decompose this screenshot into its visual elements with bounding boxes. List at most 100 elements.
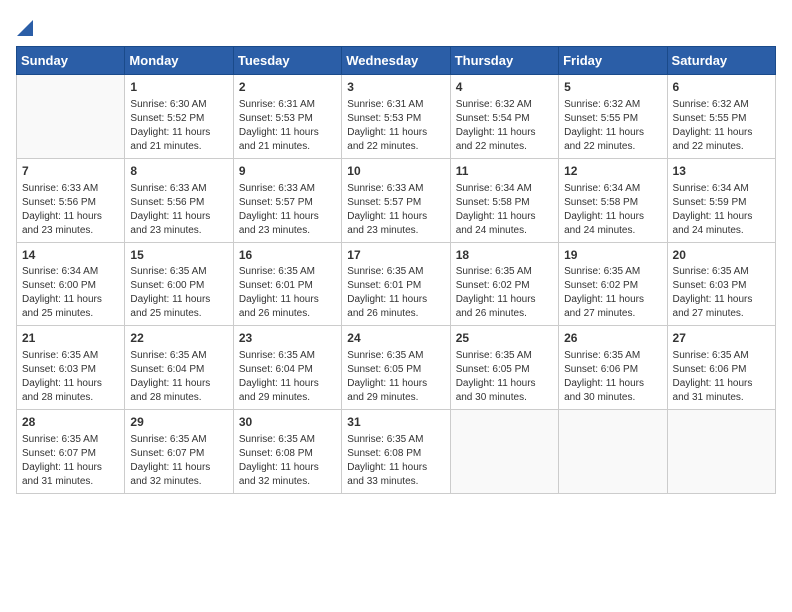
weekday-header-monday: Monday <box>125 47 233 75</box>
day-info: Sunrise: 6:35 AMSunset: 6:05 PMDaylight:… <box>456 349 553 405</box>
day-info: Sunrise: 6:31 AMSunset: 5:53 PMDaylight:… <box>239 98 336 154</box>
calendar-cell: 26 Sunrise: 6:35 AMSunset: 6:06 PMDayligh… <box>559 326 667 410</box>
weekday-header-saturday: Saturday <box>667 47 775 75</box>
day-number: 9 <box>239 163 336 180</box>
calendar-cell: 17Sunrise: 6:35 AMSunset: 6:01 PMDayligh… <box>342 242 450 326</box>
day-info: Sunrise: 6:35 AMSunset: 6:04 PMDaylight:… <box>130 349 227 405</box>
calendar-cell <box>450 410 558 494</box>
calendar-cell: 13 Sunrise: 6:34 AMSunset: 5:59 PMDayligh… <box>667 158 775 242</box>
day-number: 26 <box>564 330 661 347</box>
calendar-cell: 9 Sunrise: 6:33 AMSunset: 5:57 PMDaylight… <box>233 158 341 242</box>
calendar-cell: 21 Sunrise: 6:35 AMSunset: 6:03 PMDayligh… <box>17 326 125 410</box>
calendar-header: SundayMondayTuesdayWednesdayThursdayFrid… <box>17 47 776 75</box>
day-info: Sunrise: 6:34 AMSunset: 6:00 PMDaylight:… <box>22 265 119 321</box>
calendar-cell: 28Sunrise: 6:35 AMSunset: 6:07 PMDayligh… <box>17 410 125 494</box>
weekday-header-row: SundayMondayTuesdayWednesdayThursdayFrid… <box>17 47 776 75</box>
weekday-header-tuesday: Tuesday <box>233 47 341 75</box>
calendar-cell: 29 Sunrise: 6:35 AMSunset: 6:07 PMDayligh… <box>125 410 233 494</box>
day-info: Sunrise: 6:35 AMSunset: 6:07 PMDaylight:… <box>130 433 227 489</box>
day-number: 10 <box>347 163 444 180</box>
calendar-cell: 5 Sunrise: 6:32 AMSunset: 5:55 PMDaylight… <box>559 75 667 159</box>
day-info: Sunrise: 6:35 AMSunset: 6:06 PMDaylight:… <box>673 349 770 405</box>
day-info: Sunrise: 6:35 AMSunset: 6:05 PMDaylight:… <box>347 349 444 405</box>
day-number: 13 <box>673 163 770 180</box>
day-number: 20 <box>673 247 770 264</box>
day-info: Sunrise: 6:35 AMSunset: 6:03 PMDaylight:… <box>22 349 119 405</box>
day-info: Sunrise: 6:33 AMSunset: 5:56 PMDaylight:… <box>22 182 119 238</box>
calendar-body: 1Sunrise: 6:30 AMSunset: 5:52 PMDaylight… <box>17 75 776 494</box>
day-info: Sunrise: 6:35 AMSunset: 6:07 PMDaylight:… <box>22 433 119 489</box>
calendar-cell <box>17 75 125 159</box>
day-info: Sunrise: 6:30 AMSunset: 5:52 PMDaylight:… <box>130 98 227 154</box>
calendar-cell: 27Sunrise: 6:35 AMSunset: 6:06 PMDayligh… <box>667 326 775 410</box>
calendar-cell: 10 Sunrise: 6:33 AMSunset: 5:57 PMDayligh… <box>342 158 450 242</box>
day-number: 12 <box>564 163 661 180</box>
day-info: Sunrise: 6:34 AMSunset: 5:58 PMDaylight:… <box>456 182 553 238</box>
day-number: 4 <box>456 79 553 96</box>
calendar-cell: 6Sunrise: 6:32 AMSunset: 5:55 PMDaylight… <box>667 75 775 159</box>
day-info: Sunrise: 6:34 AMSunset: 5:59 PMDaylight:… <box>673 182 770 238</box>
calendar-cell: 3Sunrise: 6:31 AMSunset: 5:53 PMDaylight… <box>342 75 450 159</box>
weekday-header-sunday: Sunday <box>17 47 125 75</box>
weekday-header-friday: Friday <box>559 47 667 75</box>
calendar-cell: 16Sunrise: 6:35 AMSunset: 6:01 PMDayligh… <box>233 242 341 326</box>
day-number: 18 <box>456 247 553 264</box>
calendar-cell: 20Sunrise: 6:35 AMSunset: 6:03 PMDayligh… <box>667 242 775 326</box>
calendar-cell <box>559 410 667 494</box>
week-row-1: 1Sunrise: 6:30 AMSunset: 5:52 PMDaylight… <box>17 75 776 159</box>
day-number: 30 <box>239 414 336 431</box>
week-row-5: 28Sunrise: 6:35 AMSunset: 6:07 PMDayligh… <box>17 410 776 494</box>
day-info: Sunrise: 6:33 AMSunset: 5:57 PMDaylight:… <box>347 182 444 238</box>
day-number: 15 <box>130 247 227 264</box>
week-row-3: 14Sunrise: 6:34 AMSunset: 6:00 PMDayligh… <box>17 242 776 326</box>
logo[interactable] <box>16 16 34 34</box>
day-info: Sunrise: 6:35 AMSunset: 6:03 PMDaylight:… <box>673 265 770 321</box>
day-number: 31 <box>347 414 444 431</box>
calendar-cell: 22 Sunrise: 6:35 AMSunset: 6:04 PMDayligh… <box>125 326 233 410</box>
day-info: Sunrise: 6:35 AMSunset: 6:08 PMDaylight:… <box>347 433 444 489</box>
day-number: 25 <box>456 330 553 347</box>
day-number: 8 <box>130 163 227 180</box>
day-number: 19 <box>564 247 661 264</box>
day-number: 6 <box>673 79 770 96</box>
week-row-2: 7 Sunrise: 6:33 AMSunset: 5:56 PMDaylight… <box>17 158 776 242</box>
day-number: 22 <box>130 330 227 347</box>
day-info: Sunrise: 6:33 AMSunset: 5:57 PMDaylight:… <box>239 182 336 238</box>
day-number: 2 <box>239 79 336 96</box>
day-number: 21 <box>22 330 119 347</box>
logo-triangle-icon <box>17 16 33 36</box>
calendar-cell: 25 Sunrise: 6:35 AMSunset: 6:05 PMDayligh… <box>450 326 558 410</box>
calendar-cell: 18Sunrise: 6:35 AMSunset: 6:02 PMDayligh… <box>450 242 558 326</box>
day-info: Sunrise: 6:35 AMSunset: 6:01 PMDaylight:… <box>347 265 444 321</box>
day-number: 29 <box>130 414 227 431</box>
day-number: 17 <box>347 247 444 264</box>
day-info: Sunrise: 6:34 AMSunset: 5:58 PMDaylight:… <box>564 182 661 238</box>
day-info: Sunrise: 6:35 AMSunset: 6:04 PMDaylight:… <box>239 349 336 405</box>
calendar-cell: 11 Sunrise: 6:34 AMSunset: 5:58 PMDayligh… <box>450 158 558 242</box>
day-number: 5 <box>564 79 661 96</box>
day-info: Sunrise: 6:35 AMSunset: 6:02 PMDaylight:… <box>456 265 553 321</box>
calendar-cell: 14Sunrise: 6:34 AMSunset: 6:00 PMDayligh… <box>17 242 125 326</box>
day-number: 24 <box>347 330 444 347</box>
day-info: Sunrise: 6:35 AMSunset: 6:06 PMDaylight:… <box>564 349 661 405</box>
calendar-cell: 7 Sunrise: 6:33 AMSunset: 5:56 PMDaylight… <box>17 158 125 242</box>
day-info: Sunrise: 6:35 AMSunset: 6:01 PMDaylight:… <box>239 265 336 321</box>
calendar-cell: 23 Sunrise: 6:35 AMSunset: 6:04 PMDayligh… <box>233 326 341 410</box>
day-info: Sunrise: 6:32 AMSunset: 5:55 PMDaylight:… <box>564 98 661 154</box>
day-number: 7 <box>22 163 119 180</box>
calendar-cell: 8Sunrise: 6:33 AMSunset: 5:56 PMDaylight… <box>125 158 233 242</box>
calendar-cell: 4Sunrise: 6:32 AMSunset: 5:54 PMDaylight… <box>450 75 558 159</box>
calendar-cell: 15Sunrise: 6:35 AMSunset: 6:00 PMDayligh… <box>125 242 233 326</box>
calendar-cell: 1Sunrise: 6:30 AMSunset: 5:52 PMDaylight… <box>125 75 233 159</box>
day-number: 16 <box>239 247 336 264</box>
day-number: 23 <box>239 330 336 347</box>
calendar-cell: 12 Sunrise: 6:34 AMSunset: 5:58 PMDayligh… <box>559 158 667 242</box>
day-info: Sunrise: 6:31 AMSunset: 5:53 PMDaylight:… <box>347 98 444 154</box>
day-info: Sunrise: 6:35 AMSunset: 6:08 PMDaylight:… <box>239 433 336 489</box>
calendar-cell: 2 Sunrise: 6:31 AMSunset: 5:53 PMDaylight… <box>233 75 341 159</box>
week-row-4: 21 Sunrise: 6:35 AMSunset: 6:03 PMDayligh… <box>17 326 776 410</box>
calendar-cell: 19Sunrise: 6:35 AMSunset: 6:02 PMDayligh… <box>559 242 667 326</box>
day-number: 11 <box>456 163 553 180</box>
calendar-cell: 30 Sunrise: 6:35 AMSunset: 6:08 PMDayligh… <box>233 410 341 494</box>
day-info: Sunrise: 6:35 AMSunset: 6:02 PMDaylight:… <box>564 265 661 321</box>
